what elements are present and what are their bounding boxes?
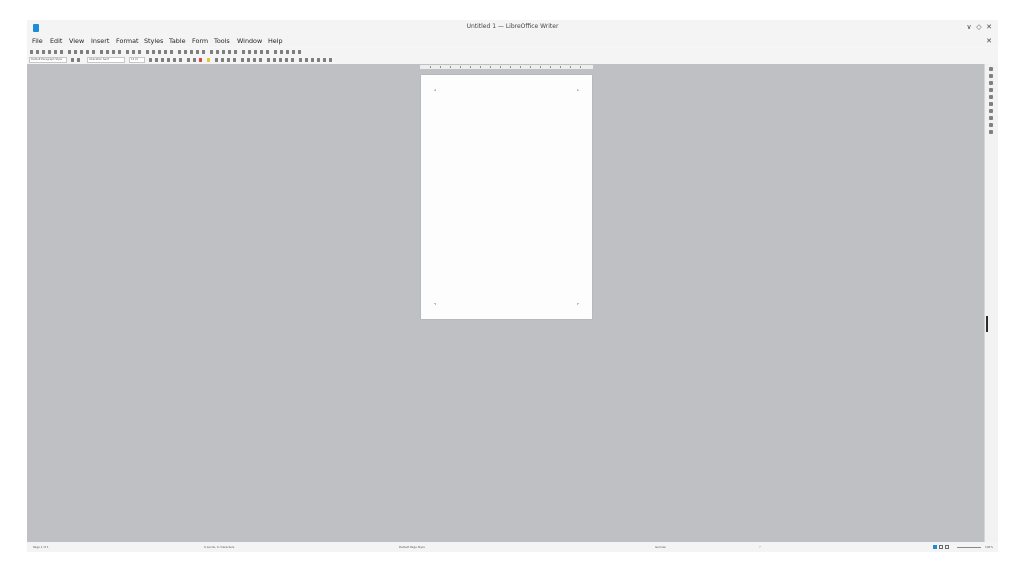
menu-edit[interactable]: Edit	[50, 37, 62, 45]
document-workspace	[27, 64, 984, 542]
text-boundary-mark	[434, 303, 436, 305]
close-document-icon[interactable]: ✕	[986, 37, 992, 45]
text-boundary-mark	[577, 89, 579, 91]
page-style[interactable]: Default Page Style	[399, 545, 425, 549]
formatting-toolbar: Default Paragraph Style Liberation Serif…	[27, 56, 998, 64]
language[interactable]: German	[655, 545, 666, 549]
status-bar: Page 1 of 1 0 words, 0 characters Defaul…	[27, 542, 998, 552]
menu-file[interactable]: File	[32, 37, 43, 45]
accessibility-check-icon[interactable]	[989, 130, 993, 134]
menu-view[interactable]: View	[69, 37, 84, 45]
sidebar-resize-handle[interactable]	[986, 316, 988, 332]
properties-icon[interactable]	[989, 74, 993, 78]
styles-icon[interactable]	[989, 88, 993, 92]
menu-insert[interactable]: Insert	[91, 37, 109, 45]
menu-form[interactable]: Form	[192, 37, 208, 45]
document-page[interactable]	[421, 75, 592, 319]
font-size-box[interactable]: 12 pt	[129, 57, 145, 63]
text-boundary-mark	[434, 89, 436, 91]
minimize-icon[interactable]: ∨	[965, 23, 973, 32]
multi-page-view-icon[interactable]	[939, 545, 943, 549]
paragraph-style-box[interactable]: Default Paragraph Style	[29, 57, 67, 63]
gallery-icon[interactable]	[989, 95, 993, 99]
menu-styles[interactable]: Styles	[144, 37, 163, 45]
style-inspector-icon[interactable]	[989, 109, 993, 113]
menu-bar: File Edit View Insert Format Styles Tabl…	[27, 36, 998, 47]
menu-table[interactable]: Table	[169, 37, 186, 45]
page-count[interactable]: Page 1 of 1	[33, 545, 49, 549]
window-title: Untitled 1 — LibreOffice Writer	[466, 23, 559, 30]
design-icon[interactable]	[989, 123, 993, 127]
menu-help[interactable]: Help	[268, 37, 283, 45]
menu-format[interactable]: Format	[116, 37, 139, 45]
sidebar-settings-icon[interactable]	[989, 67, 993, 71]
zoom-slider[interactable]	[957, 547, 981, 548]
zoom-level[interactable]: 100%	[985, 545, 993, 549]
page-icon[interactable]	[989, 81, 993, 85]
book-view-icon[interactable]	[945, 545, 949, 549]
manage-changes-icon[interactable]	[989, 116, 993, 120]
sidebar-tabbar	[984, 64, 998, 542]
libreoffice-writer-window: Untitled 1 — LibreOffice Writer ∨ ◇ ✕ Fi…	[27, 20, 998, 552]
selection-mode-icon[interactable]: ⌐	[759, 545, 761, 549]
single-page-view-icon[interactable]	[933, 545, 937, 549]
maximize-icon[interactable]: ◇	[975, 23, 983, 32]
standard-toolbar	[27, 48, 998, 56]
title-bar: Untitled 1 — LibreOffice Writer ∨ ◇ ✕	[27, 20, 998, 36]
close-window-icon[interactable]: ✕	[985, 23, 993, 32]
horizontal-ruler[interactable]	[420, 65, 593, 69]
word-count[interactable]: 0 words, 0 characters	[204, 545, 234, 549]
navigator-icon[interactable]	[989, 102, 993, 106]
menu-window[interactable]: Window	[237, 37, 262, 45]
text-boundary-mark	[577, 303, 579, 305]
font-name-box[interactable]: Liberation Serif	[87, 57, 125, 63]
menu-tools[interactable]: Tools	[214, 37, 230, 45]
